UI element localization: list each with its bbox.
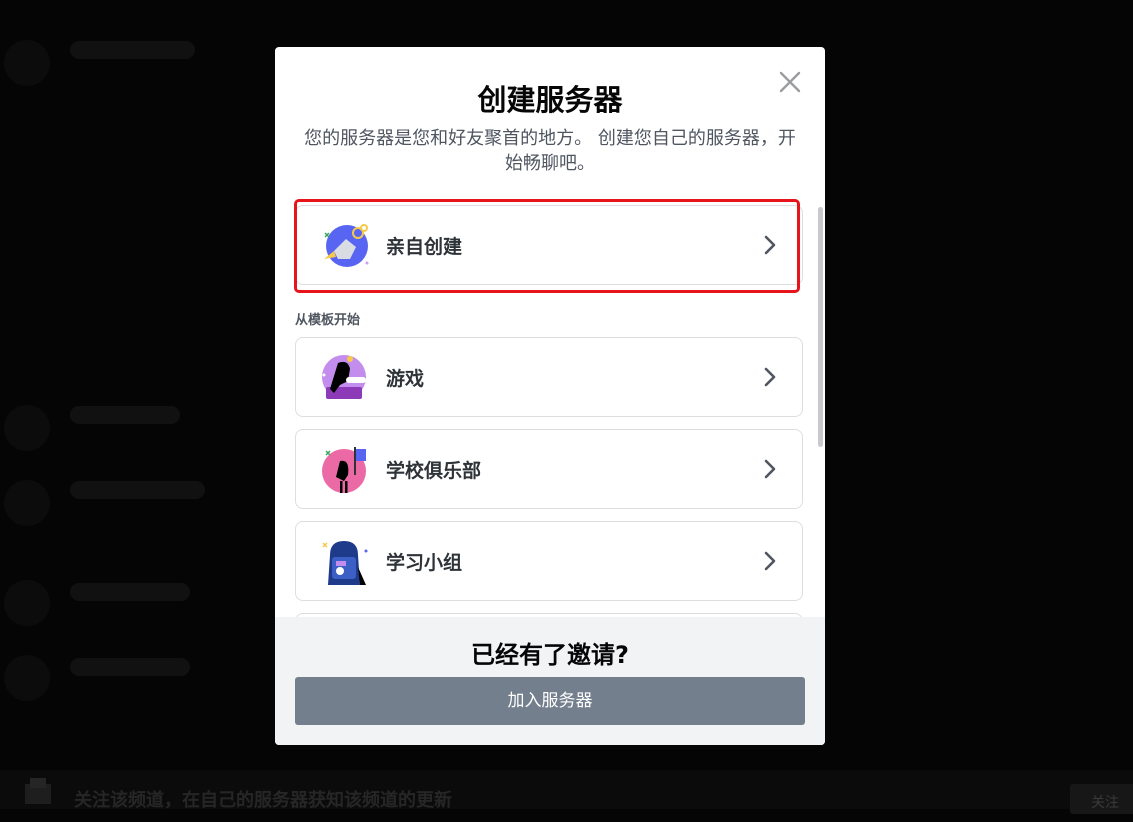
template-label-study-group: 学习小组 — [386, 552, 463, 574]
gaming-icon — [322, 355, 366, 399]
create-server-modal: 创建服务器 您的服务器是您和好友聚首的地方。 创建您自己的服务器，开始畅聊吧。 … — [275, 47, 825, 745]
follow-button[interactable]: 关注 — [1070, 784, 1133, 814]
template-option-school-club[interactable]: 学校俱乐部 — [295, 429, 803, 509]
bg-avatar — [4, 580, 50, 626]
modal-title: 创建服务器 — [477, 83, 623, 117]
globe-build-icon — [324, 224, 369, 267]
template-label-gaming: 游戏 — [386, 368, 425, 390]
join-server-button[interactable]: 加入服务器 — [295, 677, 805, 725]
study-group-icon — [322, 541, 368, 585]
scrollbar[interactable] — [818, 207, 823, 447]
create-own-label: 亲自创建 — [386, 236, 463, 258]
chevron-right-icon — [764, 551, 776, 571]
bg-placeholder-line — [70, 41, 195, 59]
bg-avatar — [4, 40, 50, 86]
bg-placeholder-line — [70, 658, 190, 676]
bg-placeholder-line — [70, 406, 180, 424]
follow-channel-text: 关注该频道，在自己的服务器获知该频道的更新 — [74, 790, 452, 811]
modal-footer: 已经有了邀请? 加入服务器 — [275, 617, 825, 745]
have-invite-title: 已经有了邀请? — [471, 641, 629, 669]
channel-follow-icon — [25, 778, 51, 804]
bg-placeholder-line — [70, 583, 190, 601]
chevron-right-icon — [764, 235, 776, 255]
template-option-study-group[interactable]: 学习小组 — [295, 521, 803, 601]
template-option-gaming[interactable]: 游戏 — [295, 337, 803, 417]
create-own-option[interactable]: 亲自创建 — [295, 205, 803, 285]
template-label-school-club: 学校俱乐部 — [386, 460, 482, 482]
template-section-label: 从模板开始 — [295, 313, 361, 328]
bg-avatar — [4, 480, 50, 526]
bg-avatar — [4, 655, 50, 701]
bg-avatar — [4, 405, 50, 451]
chevron-right-icon — [764, 459, 776, 479]
follow-channel-bar: 关注该频道，在自己的服务器获知该频道的更新 关注 — [0, 770, 1133, 814]
modal-subtitle: 您的服务器是您和好友聚首的地方。 创建您自己的服务器，开始畅聊吧。 — [304, 128, 796, 174]
chevron-right-icon — [764, 367, 776, 387]
bg-placeholder-line — [70, 481, 205, 499]
school-club-icon — [322, 447, 366, 493]
